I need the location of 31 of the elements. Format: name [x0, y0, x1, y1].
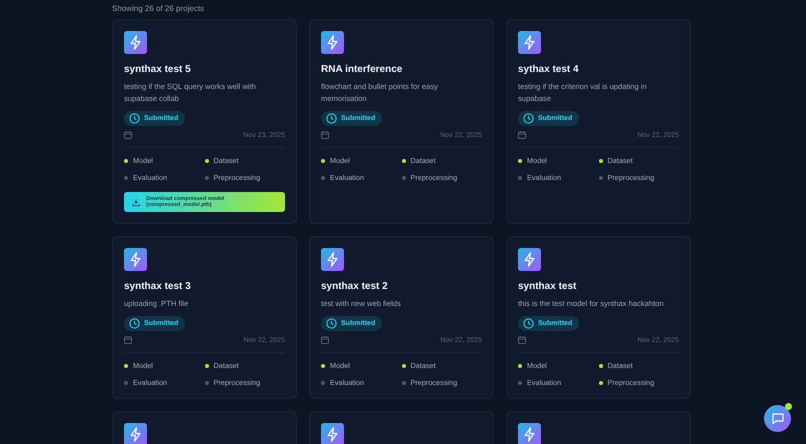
clock-icon	[523, 113, 534, 124]
project-title: synthax test 5	[124, 64, 191, 75]
project-title: synthax test 3	[124, 281, 191, 292]
clock-icon	[129, 113, 140, 124]
clock-icon	[129, 318, 140, 329]
project-title: RNA interference	[321, 64, 402, 75]
calendar-icon	[321, 336, 329, 344]
project-title: sythax test 4	[518, 64, 579, 75]
calendar-icon	[518, 131, 526, 139]
calendar-icon	[321, 131, 329, 139]
calendar-icon	[124, 336, 132, 344]
download-icon	[132, 198, 140, 206]
chat-button[interactable]	[764, 405, 791, 432]
project-title: synthax test	[518, 281, 576, 292]
clock-icon	[523, 318, 534, 329]
lightning-icon	[518, 248, 541, 271]
lightning-icon	[321, 31, 344, 54]
chat-icon	[770, 412, 784, 426]
lightning-icon	[321, 248, 344, 271]
lightning-icon	[518, 423, 541, 444]
lightning-icon	[321, 423, 344, 444]
clock-icon	[326, 113, 337, 124]
project-count: Showing 26 of 26 projects	[112, 3, 206, 15]
project-title: synthax test 2	[321, 281, 388, 292]
lightning-icon	[124, 248, 147, 271]
lightning-icon	[124, 423, 147, 444]
lightning-icon	[518, 31, 541, 54]
clock-icon	[326, 318, 337, 329]
calendar-icon	[124, 131, 132, 139]
calendar-icon	[518, 336, 526, 344]
lightning-icon	[124, 31, 147, 54]
